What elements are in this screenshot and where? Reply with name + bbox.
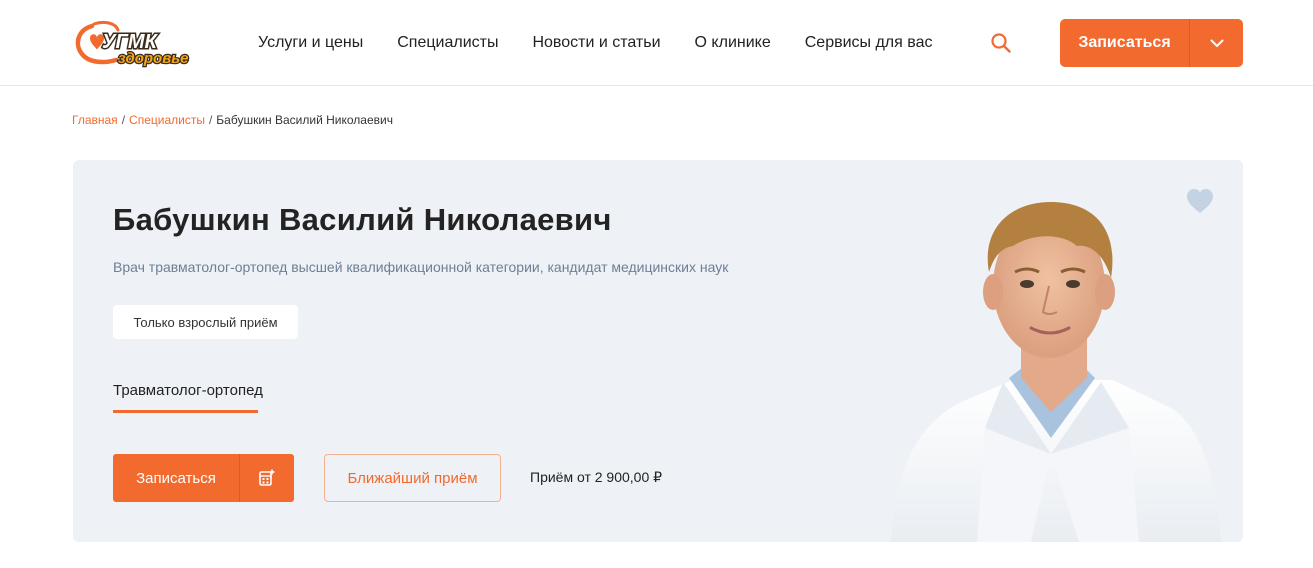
- breadcrumb: Главная / Специалисты / Бабушкин Василий Ник…: [72, 113, 393, 127]
- nav-news[interactable]: Новости и статьи: [532, 34, 660, 52]
- nav-services-for-you[interactable]: Сервисы для вас: [805, 34, 933, 52]
- ugmk-logo[interactable]: УГМК здоровье: [72, 18, 214, 68]
- nav-about[interactable]: О клинике: [695, 34, 771, 52]
- chevron-down-icon: [1210, 39, 1223, 47]
- header-book-dropdown[interactable]: [1190, 19, 1243, 67]
- doctor-book-button[interactable]: Записаться: [113, 454, 294, 502]
- site-header: УГМК здоровье Услуги и цены Специалисты …: [0, 0, 1313, 86]
- breadcrumb-separator: /: [208, 113, 213, 127]
- appointment-price: Приём от 2 900,00 ₽: [530, 469, 663, 485]
- adult-only-badge: Только взрослый приём: [113, 305, 298, 339]
- doctor-book-label[interactable]: Записаться: [113, 454, 239, 502]
- main-nav: Услуги и цены Специалисты Новости и стат…: [258, 0, 966, 86]
- doctor-card: Бабушкин Василий Николаевич Врач травмат…: [73, 160, 1243, 542]
- doctor-name: Бабушкин Василий Николаевич: [113, 202, 612, 237]
- calendar-button[interactable]: [240, 454, 294, 502]
- nearest-appointment-button[interactable]: Ближайший приём: [324, 454, 501, 502]
- breadcrumb-specialists[interactable]: Специалисты: [129, 113, 205, 127]
- header-book-button[interactable]: Записаться: [1060, 19, 1243, 67]
- doctor-photo: [891, 202, 1221, 542]
- breadcrumb-current: Бабушкин Василий Николаевич: [216, 113, 393, 127]
- nav-services[interactable]: Услуги и цены: [258, 34, 363, 52]
- header-book-label[interactable]: Записаться: [1060, 19, 1189, 67]
- calendar-plus-icon: [259, 469, 275, 486]
- tab-specialty[interactable]: Травматолог-ортопед: [113, 382, 263, 399]
- breadcrumb-separator: /: [121, 113, 126, 127]
- doctor-description: Врач травматолог-ортопед высшей квалифик…: [113, 259, 729, 275]
- search-icon[interactable]: [989, 31, 1013, 55]
- nav-specialists[interactable]: Специалисты: [397, 34, 498, 52]
- tab-active-underline: [113, 410, 258, 413]
- svg-text:здоровье: здоровье: [118, 50, 189, 67]
- breadcrumb-home[interactable]: Главная: [72, 113, 118, 127]
